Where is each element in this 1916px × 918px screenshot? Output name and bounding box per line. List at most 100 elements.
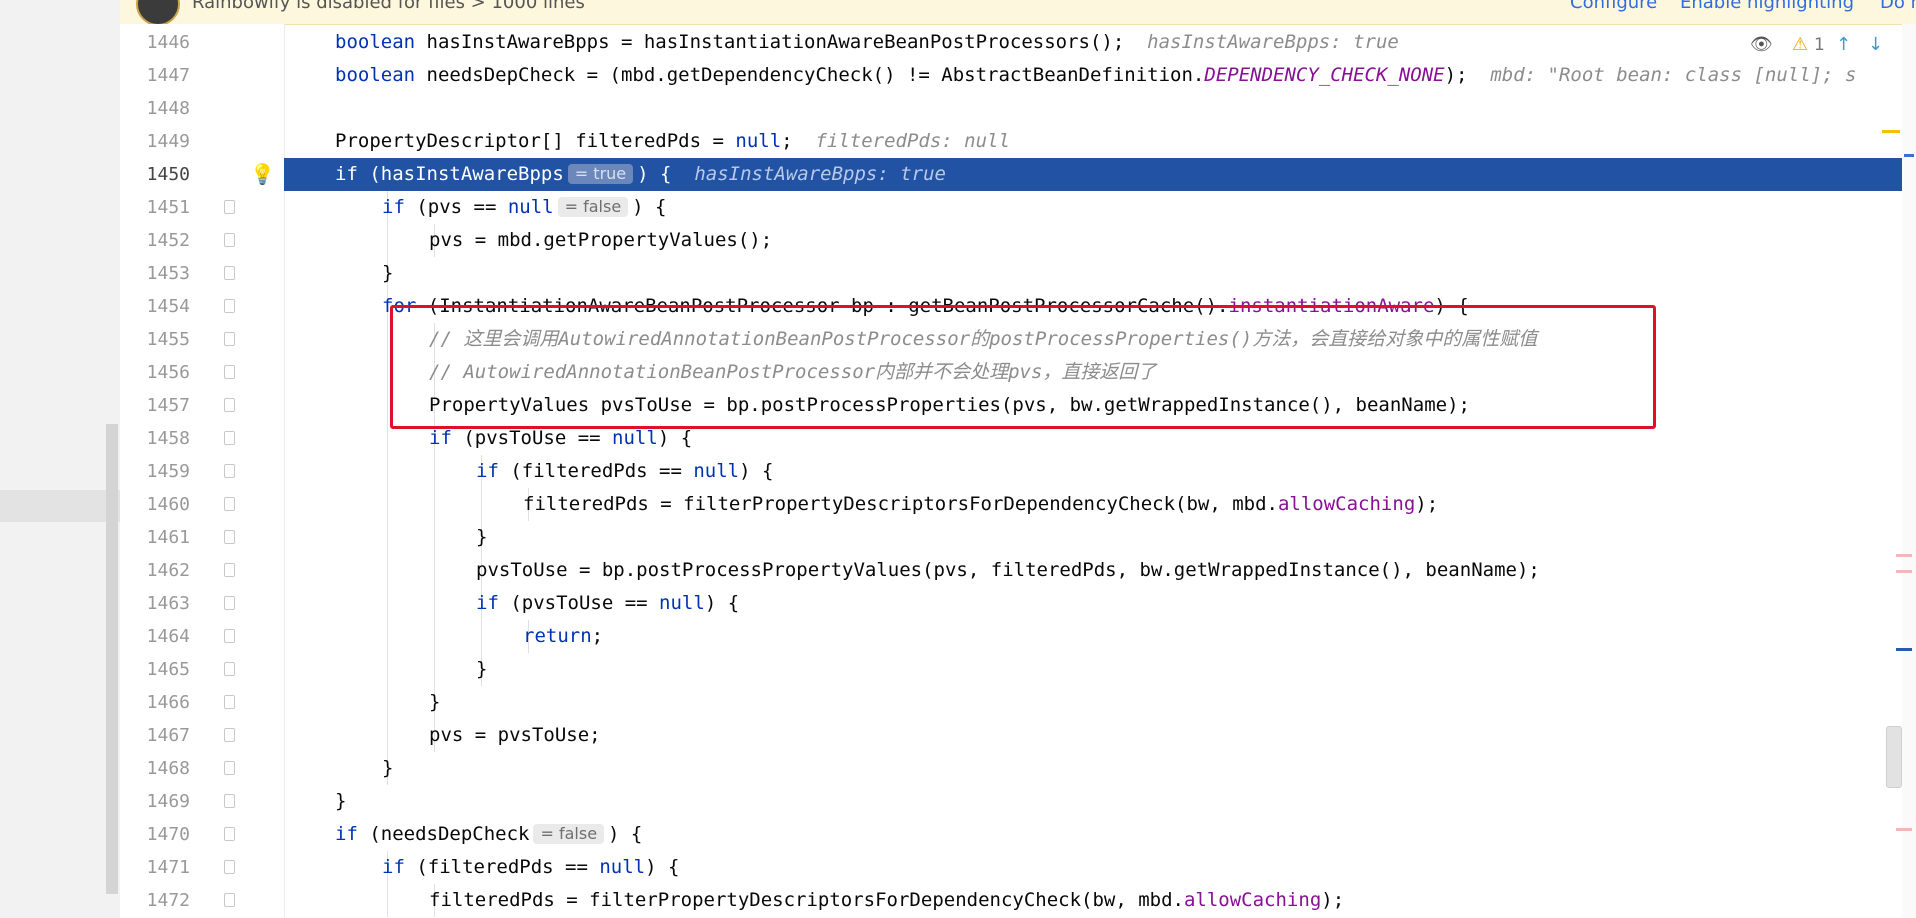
line-number[interactable]: 1469 bbox=[126, 791, 190, 812]
line-number[interactable]: 1456 bbox=[126, 362, 190, 383]
code-line[interactable]: 1472 filteredPds = filterPropertyDescript… bbox=[0, 884, 1916, 917]
line-number[interactable]: 1447 bbox=[126, 65, 190, 86]
line-number[interactable]: 1460 bbox=[126, 494, 190, 515]
code-text[interactable]: pvs = pvsToUse; bbox=[429, 724, 601, 746]
code-text[interactable]: filteredPds = filterPropertyDescriptorsF… bbox=[523, 493, 1438, 515]
fold-marker-icon[interactable] bbox=[224, 530, 235, 544]
code-line[interactable]: 1463 if (pvsToUse == null) { bbox=[0, 587, 1916, 620]
code-text[interactable]: if (needsDepCheck = false) { bbox=[335, 823, 642, 845]
line-number[interactable]: 1468 bbox=[126, 758, 190, 779]
code-text[interactable]: filteredPds = filterPropertyDescriptorsF… bbox=[429, 889, 1344, 911]
fold-marker-icon[interactable] bbox=[224, 299, 235, 313]
fold-marker-icon[interactable] bbox=[224, 794, 235, 808]
line-number[interactable]: 1451 bbox=[126, 197, 190, 218]
fold-marker-icon[interactable] bbox=[224, 860, 235, 874]
line-number[interactable]: 1467 bbox=[126, 725, 190, 746]
code-line[interactable]: 1467 pvs = pvsToUse; bbox=[0, 719, 1916, 752]
code-line[interactable]: 1460 filteredPds = filterPropertyDescript… bbox=[0, 488, 1916, 521]
line-number[interactable]: 1446 bbox=[126, 32, 190, 53]
fold-marker-icon[interactable] bbox=[224, 200, 235, 214]
code-text[interactable]: } bbox=[476, 658, 487, 680]
code-text[interactable]: return; bbox=[523, 625, 603, 647]
fold-marker-icon[interactable] bbox=[224, 464, 235, 478]
fold-marker-icon[interactable] bbox=[224, 827, 235, 841]
code-text[interactable]: PropertyDescriptor[] filteredPds = null;… bbox=[335, 130, 1010, 152]
code-line[interactable]: 1452 pvs = mbd.getPropertyValues(); bbox=[0, 224, 1916, 257]
editor-scrollbar-thumb[interactable] bbox=[1886, 726, 1902, 788]
code-text[interactable]: if (hasInstAwareBpps = true) { hasInstAwa… bbox=[335, 163, 946, 185]
code-line[interactable]: 1462 pvsToUse = bp.postProcessPropertyVal… bbox=[0, 554, 1916, 587]
code-line[interactable]: 1471 if (filteredPds == null) { bbox=[0, 851, 1916, 884]
previous-highlight-arrow-icon[interactable]: ↑ bbox=[1836, 34, 1851, 55]
reader-mode-eye-icon[interactable]: 👁 bbox=[1750, 34, 1773, 55]
line-number[interactable]: 1466 bbox=[126, 692, 190, 713]
code-line[interactable]: 1451 if (pvs == null = false) { bbox=[0, 191, 1916, 224]
code-text[interactable]: if (pvsToUse == null) { bbox=[429, 427, 692, 449]
code-text[interactable]: pvs = mbd.getPropertyValues(); bbox=[429, 229, 772, 251]
line-number[interactable]: 1454 bbox=[126, 296, 190, 317]
next-highlight-arrow-icon[interactable]: ↓ bbox=[1868, 34, 1883, 55]
line-number[interactable]: 1464 bbox=[126, 626, 190, 647]
code-text[interactable]: boolean needsDepCheck = (mbd.getDependen… bbox=[335, 64, 1856, 86]
line-number[interactable]: 1462 bbox=[126, 560, 190, 581]
intention-bulb-icon[interactable]: 💡 bbox=[250, 162, 275, 186]
stripe-mark[interactable] bbox=[1896, 570, 1912, 573]
warning-stripe-mark[interactable] bbox=[1882, 130, 1900, 133]
fold-marker-icon[interactable] bbox=[224, 365, 235, 379]
code-text[interactable]: boolean hasInstAwareBpps = hasInstantiat… bbox=[335, 31, 1399, 53]
line-number[interactable]: 1461 bbox=[126, 527, 190, 548]
line-number[interactable]: 1452 bbox=[126, 230, 190, 251]
line-number[interactable]: 1448 bbox=[126, 98, 190, 119]
fold-marker-icon[interactable] bbox=[224, 893, 235, 907]
code-line[interactable]: 1446 boolean hasInstAwareBpps = hasInstan… bbox=[0, 26, 1916, 59]
code-editor[interactable]: 1446 boolean hasInstAwareBpps = hasInstan… bbox=[0, 24, 1916, 918]
fold-marker-icon[interactable] bbox=[224, 332, 235, 346]
fold-marker-icon[interactable] bbox=[224, 497, 235, 511]
fold-marker-icon[interactable] bbox=[224, 431, 235, 445]
line-number[interactable]: 1463 bbox=[126, 593, 190, 614]
code-text[interactable]: } bbox=[335, 790, 346, 812]
code-text[interactable]: if (pvsToUse == null) { bbox=[476, 592, 739, 614]
fold-marker-icon[interactable] bbox=[224, 662, 235, 676]
code-line[interactable]: 1465} bbox=[0, 653, 1916, 686]
banner-link-configure[interactable]: Configure bbox=[1570, 0, 1657, 13]
code-line[interactable]: 1469} bbox=[0, 785, 1916, 818]
code-line[interactable]: 1470 if (needsDepCheck = false) { bbox=[0, 818, 1916, 851]
fold-marker-icon[interactable] bbox=[224, 596, 235, 610]
stripe-mark[interactable] bbox=[1896, 648, 1912, 651]
code-line[interactable]: 1464 return; bbox=[0, 620, 1916, 653]
line-number[interactable]: 1449 bbox=[126, 131, 190, 152]
line-number[interactable]: 1455 bbox=[126, 329, 190, 350]
error-stripe[interactable] bbox=[1882, 24, 1916, 918]
line-number[interactable]: 1459 bbox=[126, 461, 190, 482]
fold-marker-icon[interactable] bbox=[224, 266, 235, 280]
stripe-mark[interactable] bbox=[1896, 828, 1912, 831]
code-text[interactable]: if (pvs == null = false) { bbox=[382, 196, 667, 218]
code-line[interactable]: 1459 if (filteredPds == null) { bbox=[0, 455, 1916, 488]
banner-link-dont-ask[interactable]: Do not ask again bbox=[1880, 0, 1916, 13]
code-line[interactable]: 1468} bbox=[0, 752, 1916, 785]
line-number[interactable]: 1453 bbox=[126, 263, 190, 284]
line-number[interactable]: 1471 bbox=[126, 857, 190, 878]
line-number[interactable]: 1457 bbox=[126, 395, 190, 416]
fold-marker-icon[interactable] bbox=[224, 728, 235, 742]
code-text[interactable]: pvsToUse = bp.postProcessPropertyValues(… bbox=[476, 559, 1540, 581]
fold-marker-icon[interactable] bbox=[224, 761, 235, 775]
fold-marker-icon[interactable] bbox=[224, 398, 235, 412]
code-line[interactable]: 1449 PropertyDescriptor[] filteredPds = n… bbox=[0, 125, 1916, 158]
line-number[interactable]: 1450 bbox=[126, 164, 190, 185]
fold-marker-icon[interactable] bbox=[224, 563, 235, 577]
fold-marker-icon[interactable] bbox=[224, 695, 235, 709]
code-text[interactable]: } bbox=[476, 526, 487, 548]
fold-marker-icon[interactable] bbox=[224, 233, 235, 247]
banner-link-enable[interactable]: Enable highlighting bbox=[1680, 0, 1854, 13]
code-line[interactable]: 1466} bbox=[0, 686, 1916, 719]
code-text[interactable]: } bbox=[429, 691, 440, 713]
stripe-mark[interactable] bbox=[1896, 554, 1912, 557]
code-text[interactable]: if (filteredPds == null) { bbox=[476, 460, 773, 482]
code-line[interactable]: 1453} bbox=[0, 257, 1916, 290]
code-line[interactable]: 1461} bbox=[0, 521, 1916, 554]
line-number[interactable]: 1472 bbox=[126, 890, 190, 911]
line-number[interactable]: 1458 bbox=[126, 428, 190, 449]
fold-marker-icon[interactable] bbox=[224, 629, 235, 643]
